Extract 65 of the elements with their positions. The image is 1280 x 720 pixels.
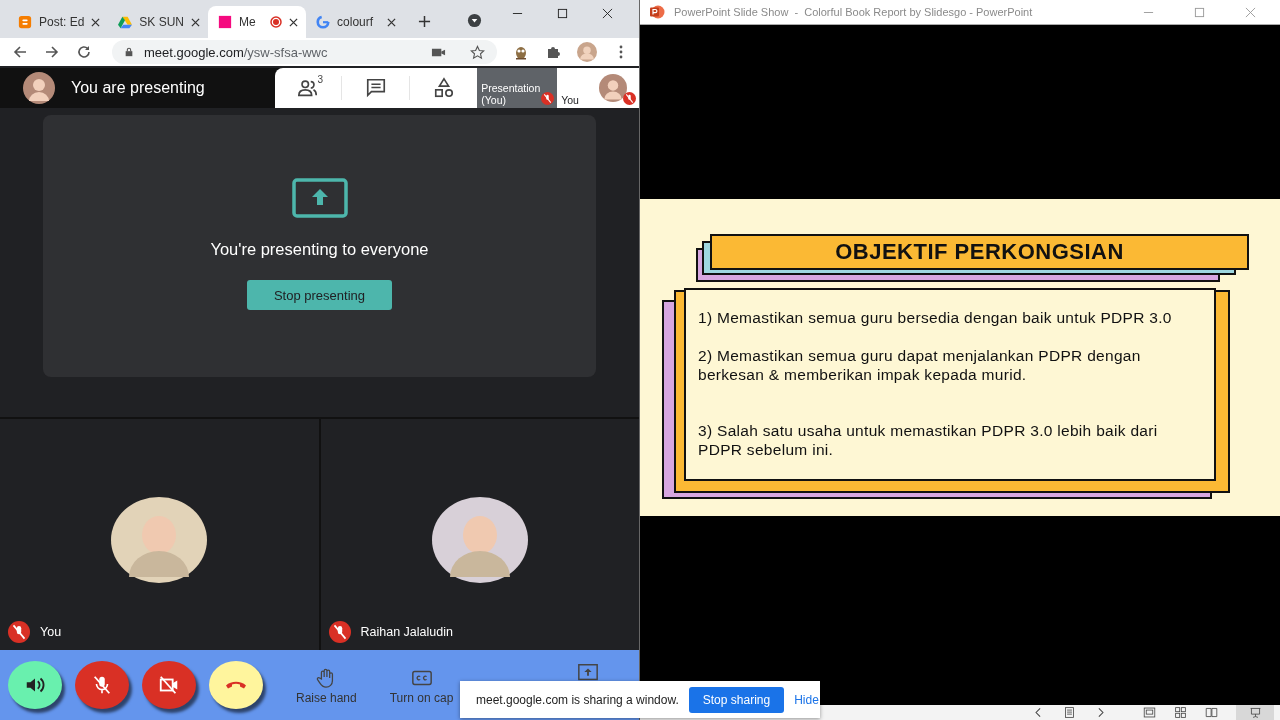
hide-button[interactable]: Hide: [792, 692, 821, 707]
star-icon[interactable]: [470, 44, 485, 60]
close-icon[interactable]: [387, 17, 397, 27]
slide-title: OBJEKTIF PERKONGSIAN: [710, 234, 1249, 270]
shapes-icon: [432, 77, 455, 99]
blog-icon: [18, 15, 32, 29]
hang-up-button[interactable]: [209, 661, 263, 709]
notes-icon[interactable]: [1063, 706, 1076, 719]
puzzle-icon[interactable]: [545, 44, 561, 60]
back-icon[interactable]: [12, 44, 28, 60]
lock-icon: [124, 47, 134, 57]
browser-tab[interactable]: Post: Ed: [8, 6, 109, 38]
avatar: [23, 72, 55, 104]
mic-off-icon: [91, 674, 113, 696]
triangle-icon: [118, 15, 133, 29]
browser-tab[interactable]: colourf: [306, 6, 405, 38]
close-icon[interactable]: [191, 17, 201, 27]
projector-icon: [1248, 706, 1262, 719]
tile-label: Presentation (You): [481, 82, 542, 106]
window-title: PowerPoint Slide Show - Colorful Book Report by Slidesgo - PowerPoint: [674, 6, 1033, 18]
camera-off-icon: [158, 674, 180, 696]
slideshow-button[interactable]: [1236, 705, 1274, 720]
new-tab-icon[interactable]: [418, 15, 432, 28]
normal-view-icon[interactable]: [1143, 706, 1156, 719]
avatar: [599, 74, 627, 102]
bullet-point: 1) Memastikan semua guru bersedia dengan baik untuk PDPR 3.0: [698, 308, 1173, 327]
close-icon[interactable]: [91, 17, 101, 27]
presenting-message: You're presenting to everyone: [210, 240, 429, 259]
camera-off-button[interactable]: [142, 661, 196, 709]
address-field[interactable]: meet.google.com/ysw-sfsa-wwc: [112, 40, 497, 64]
tile-label: You: [561, 94, 579, 106]
stop-presenting-button[interactable]: Stop presenting: [247, 280, 392, 310]
slide-sorter-icon[interactable]: [1174, 706, 1187, 719]
speaker-button[interactable]: [8, 661, 62, 709]
square-icon: [218, 15, 233, 29]
browser-tab[interactable]: Me: [208, 6, 307, 38]
forward-icon[interactable]: [44, 44, 60, 60]
close-icon[interactable]: [289, 17, 299, 27]
phone-icon: [226, 681, 246, 689]
bullet-point: 2) Memastikan semua guru dapat menjalankan PDPR dengan berkesan & memberikan impak kepada murid.: [698, 346, 1142, 384]
g-logo-icon: [316, 15, 331, 29]
browser-tab[interactable]: SK SUN: [108, 6, 209, 38]
close-icon[interactable]: [602, 8, 613, 19]
raise-hand-button[interactable]: Raise hand: [296, 667, 357, 705]
people-button[interactable]: 3: [274, 76, 342, 100]
recording-icon: [270, 16, 283, 28]
chat-icon: [364, 77, 387, 99]
maximize-icon[interactable]: [557, 8, 568, 19]
people-icon: [297, 77, 320, 99]
participant-name: Raihan Jalaludin: [360, 625, 453, 639]
reload-icon[interactable]: [76, 44, 92, 60]
captions-button[interactable]: Turn on cap: [389, 667, 454, 705]
owl-icon[interactable]: [513, 44, 529, 60]
participant-tile[interactable]: You: [557, 68, 639, 108]
powerpoint-icon: [649, 4, 665, 20]
sharing-message: meet.google.com is sharing a window.: [476, 692, 679, 707]
present-screen-icon: [291, 178, 348, 218]
dropdown-icon[interactable]: [467, 13, 482, 28]
reading-view-icon[interactable]: [1205, 706, 1218, 719]
participant-tile[interactable]: Presentation (You): [477, 68, 558, 108]
participant-name: You: [40, 625, 62, 639]
bullet-point: 3) Salah satu usaha untuk memastikan PDPR 3.0 lebih baik dari PDPR sebelum ini.: [698, 421, 1159, 459]
stop-sharing-button[interactable]: Stop sharing: [688, 686, 785, 713]
mic-off-button[interactable]: [75, 661, 129, 709]
presenting-title: You are presenting: [71, 79, 205, 97]
